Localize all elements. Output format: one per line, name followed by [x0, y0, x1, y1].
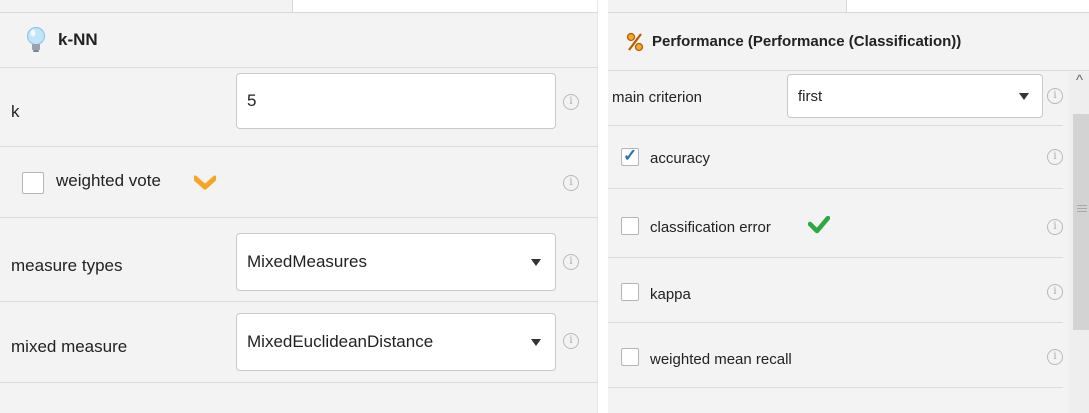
checkmark-icon — [807, 215, 831, 239]
knn-parameters-panel: k-NN k 5 i weighted vote i measure types… — [0, 0, 598, 413]
knn-panel-header: k-NN — [0, 13, 597, 67]
k-value: 5 — [247, 91, 257, 110]
info-icon[interactable]: i — [563, 254, 579, 270]
k-label: k — [11, 102, 20, 121]
scroll-grip-line — [1077, 208, 1087, 209]
param-row-weighted-mean-recall: weighted mean recall i — [608, 323, 1063, 387]
param-row-accuracy: ✓ accuracy i — [608, 126, 1063, 188]
kappa-checkbox[interactable] — [621, 283, 639, 301]
weighted-vote-checkbox[interactable] — [22, 172, 44, 194]
tab-strip — [292, 0, 597, 12]
chevron-down-icon — [192, 175, 218, 196]
divider — [608, 387, 1063, 388]
param-row-weighted-vote: weighted vote i — [0, 147, 597, 217]
mixed-measure-select[interactable]: MixedEuclideanDistance — [236, 313, 556, 371]
main-criterion-label: main criterion — [612, 89, 703, 106]
weighted-vote-label: weighted vote — [56, 171, 161, 190]
tab-strip — [846, 0, 1089, 12]
measure-types-label: measure types — [11, 256, 123, 275]
param-row-kappa: kappa i — [608, 258, 1063, 322]
param-row-measure-types: measure types MixedMeasures i — [0, 218, 597, 301]
measure-types-select[interactable]: MixedMeasures — [236, 233, 556, 291]
main-criterion-select[interactable]: first — [787, 74, 1043, 118]
performance-panel-title: Performance (Performance (Classification… — [652, 33, 962, 50]
divider — [0, 382, 597, 383]
scroll-grip-line — [1077, 211, 1087, 212]
info-icon[interactable]: i — [563, 175, 579, 191]
vertical-scrollbar[interactable]: ^ — [1069, 72, 1089, 413]
k-input[interactable]: 5 — [236, 73, 556, 129]
accuracy-label: accuracy — [650, 150, 711, 167]
chevron-up-icon[interactable]: ^ — [1076, 72, 1083, 89]
scroll-grip-line — [1077, 205, 1087, 206]
weighted-mean-recall-label: weighted mean recall — [650, 351, 792, 368]
info-icon[interactable]: i — [563, 333, 579, 349]
mixed-measure-label: mixed measure — [11, 337, 128, 356]
knn-panel-title: k-NN — [58, 30, 98, 49]
info-icon[interactable]: i — [1047, 149, 1063, 165]
classification-error-checkbox[interactable] — [621, 217, 639, 235]
dropdown-arrow-icon — [531, 259, 541, 266]
kappa-label: kappa — [650, 286, 691, 303]
dropdown-arrow-icon — [1019, 93, 1029, 100]
checkmark-icon: ✓ — [623, 146, 638, 165]
performance-panel-header: Performance (Performance (Classification… — [608, 13, 1089, 71]
mixed-measure-value: MixedEuclideanDistance — [247, 332, 434, 351]
lightbulb-icon — [26, 27, 46, 53]
measure-types-value: MixedMeasures — [247, 252, 367, 271]
dropdown-arrow-icon — [531, 339, 541, 346]
param-row-classification-error: classification error i — [608, 189, 1063, 257]
scrollbar-thumb[interactable] — [1073, 114, 1089, 330]
info-icon[interactable]: i — [1047, 219, 1063, 235]
info-icon[interactable]: i — [563, 94, 579, 110]
info-icon[interactable]: i — [1047, 284, 1063, 300]
info-icon[interactable]: i — [1047, 88, 1063, 104]
accuracy-checkbox[interactable]: ✓ — [621, 146, 639, 166]
weighted-mean-recall-checkbox[interactable] — [621, 348, 639, 366]
main-criterion-value: first — [798, 87, 823, 105]
percent-icon — [626, 32, 644, 52]
performance-parameters-panel: Performance (Performance (Classification… — [608, 0, 1089, 413]
param-row-main-criterion: main criterion first i — [608, 71, 1063, 125]
param-row-mixed-measure: mixed measure MixedEuclideanDistance i — [0, 302, 597, 382]
classification-error-label: classification error — [650, 219, 771, 236]
info-icon[interactable]: i — [1047, 349, 1063, 365]
param-row-k: k 5 i — [0, 68, 597, 156]
